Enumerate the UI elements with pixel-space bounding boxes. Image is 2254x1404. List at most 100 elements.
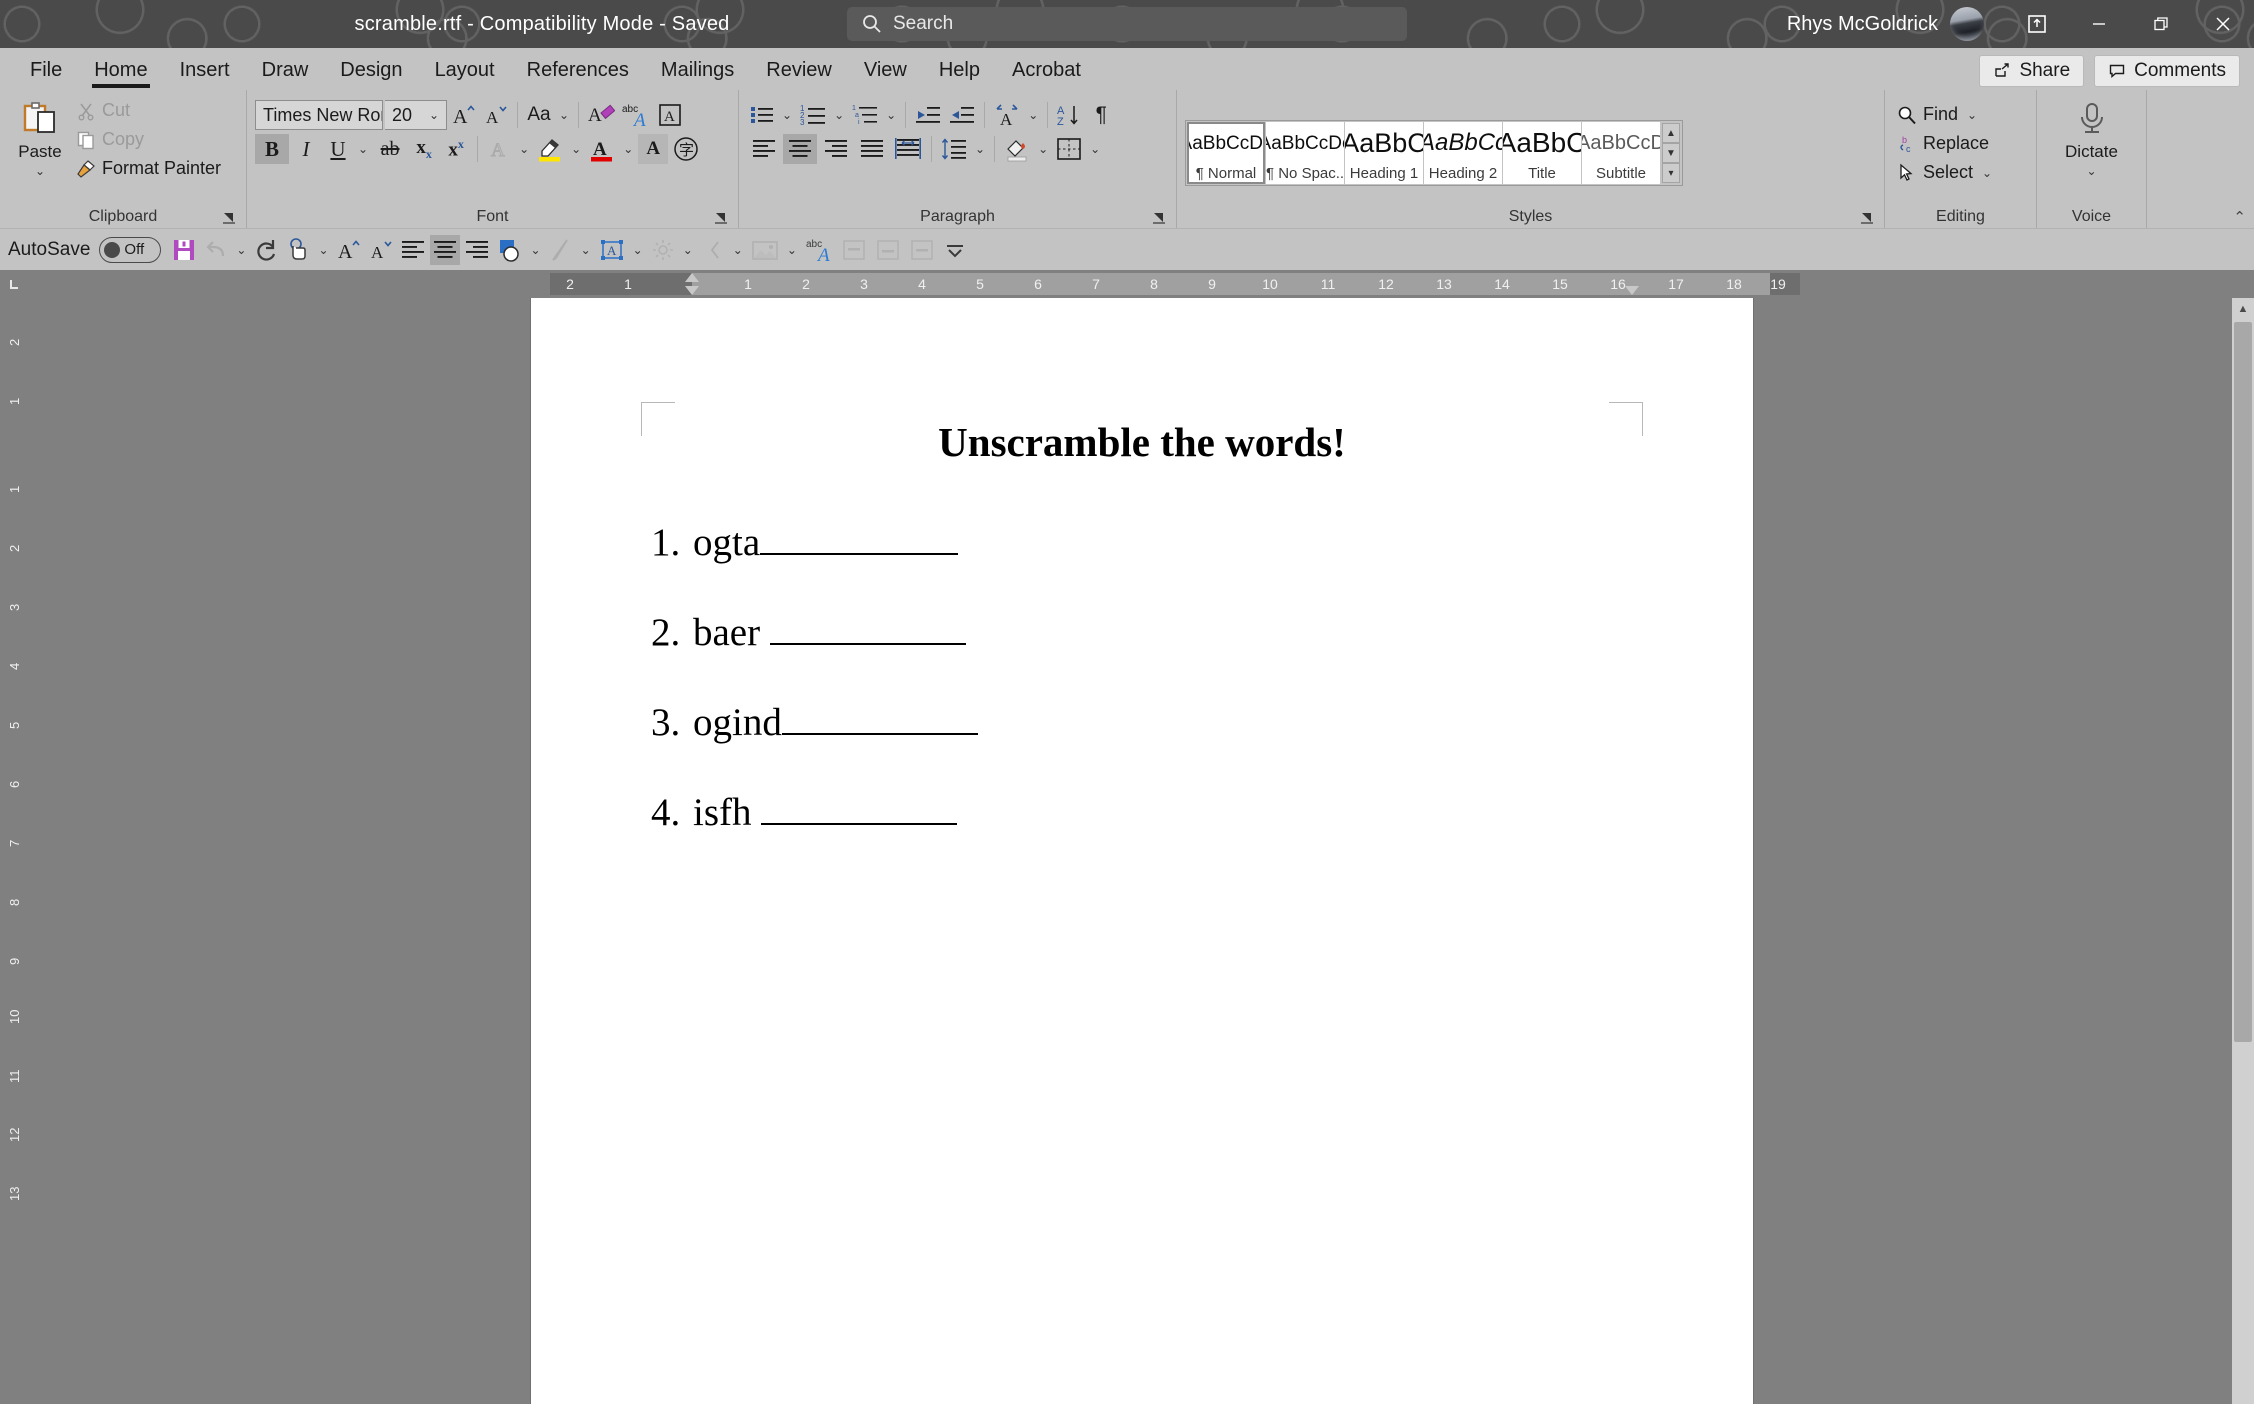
- multilevel-list-button[interactable]: 1 a i: [849, 100, 881, 130]
- chevron-down-icon[interactable]: ⌄: [556, 108, 572, 122]
- cut-button[interactable]: Cut: [72, 98, 225, 123]
- qat-align-left-button[interactable]: [398, 235, 428, 265]
- justify-button[interactable]: [855, 134, 889, 164]
- style-item-normal[interactable]: AaBbCcDc ¶ Normal: [1187, 122, 1265, 184]
- tab-insert[interactable]: Insert: [164, 50, 246, 90]
- tab-design[interactable]: Design: [324, 50, 418, 90]
- chevron-down-icon[interactable]: ⌄: [2083, 164, 2099, 178]
- tab-view[interactable]: View: [848, 50, 923, 90]
- qat-text-effects-button[interactable]: abc A: [802, 235, 836, 265]
- chevron-down-icon[interactable]: ⌄: [784, 243, 800, 257]
- character-border-button[interactable]: A: [655, 100, 685, 130]
- asian-layout-button[interactable]: A: [991, 100, 1023, 130]
- list-item[interactable]: 2. baer: [651, 604, 1753, 655]
- font-size-combo[interactable]: 20 ⌄: [385, 100, 447, 130]
- list-item[interactable]: 1. ogta: [651, 514, 1753, 565]
- borders-button[interactable]: [1053, 134, 1085, 164]
- scrollbar-thumb[interactable]: [2234, 322, 2252, 1042]
- right-indent-marker[interactable]: [1625, 286, 1639, 295]
- qat-center-button[interactable]: [430, 235, 460, 265]
- chevron-down-icon[interactable]: ⌄: [1979, 166, 1995, 180]
- decrease-indent-button[interactable]: [912, 100, 944, 130]
- vertical-ruler[interactable]: 2 1 1 2 3 4 5 6 7 8 9 10 11 12 13: [0, 298, 30, 1404]
- text-effects-button[interactable]: abc A: [619, 100, 653, 130]
- chevron-down-icon[interactable]: ⌄: [630, 243, 646, 257]
- styles-more-button[interactable]: ▾: [1662, 163, 1680, 183]
- phonetic-guide-button[interactable]: 字: [670, 134, 702, 164]
- tab-references[interactable]: References: [511, 50, 645, 90]
- font-dialog-launcher-icon[interactable]: [714, 211, 728, 225]
- chevron-down-icon[interactable]: ⌄: [730, 243, 746, 257]
- answer-blank[interactable]: [760, 514, 958, 555]
- distributed-button[interactable]: [891, 134, 925, 164]
- align-right-button[interactable]: [819, 134, 853, 164]
- chevron-down-icon[interactable]: ⌄: [680, 243, 696, 257]
- chevron-down-icon[interactable]: ⌄: [426, 108, 442, 122]
- qat-align-right-button[interactable]: [462, 235, 492, 265]
- vertical-scrollbar[interactable]: ▲ ▼: [2232, 298, 2254, 1404]
- dictate-button[interactable]: Dictate ⌄: [2050, 96, 2134, 178]
- document-area[interactable]: Unscramble the words! 1. ogta 2. baer 3.…: [30, 298, 2254, 1404]
- list-item[interactable]: 4. isfh: [651, 784, 1753, 835]
- clipboard-dialog-launcher-icon[interactable]: [222, 211, 236, 225]
- ribbon-display-options-button[interactable]: [2006, 0, 2068, 48]
- qat-shapes-button[interactable]: [494, 235, 526, 265]
- tab-acrobat[interactable]: Acrobat: [996, 50, 1097, 90]
- autosave-control[interactable]: AutoSave Off: [8, 237, 161, 263]
- qat-text-box-button[interactable]: A: [596, 235, 628, 265]
- comments-button[interactable]: Comments: [2094, 55, 2240, 87]
- collapse-ribbon-button[interactable]: ⌃: [2233, 208, 2246, 226]
- qat-position-1-button[interactable]: [838, 235, 870, 265]
- save-button[interactable]: [169, 235, 199, 265]
- chevron-down-icon[interactable]: ⌄: [1087, 142, 1103, 156]
- chevron-down-icon[interactable]: ⌄: [972, 142, 988, 156]
- chevron-down-icon[interactable]: ⌄: [1025, 108, 1041, 122]
- paste-button[interactable]: Paste ⌄: [8, 96, 72, 178]
- chevron-down-icon[interactable]: ⌄: [620, 142, 636, 156]
- chevron-down-icon[interactable]: ⌄: [32, 164, 48, 178]
- document-heading[interactable]: Unscramble the words!: [531, 418, 1753, 466]
- qat-grow-font-button[interactable]: A: [334, 235, 364, 265]
- style-item-heading-1[interactable]: AaBbC Heading 1: [1345, 122, 1423, 184]
- qat-position-2-button[interactable]: [872, 235, 904, 265]
- undo-button[interactable]: [201, 235, 231, 265]
- character-shading-button[interactable]: A: [638, 134, 668, 164]
- tab-stop-selector[interactable]: [0, 270, 30, 298]
- chevron-down-icon[interactable]: ⌄: [1035, 142, 1051, 156]
- style-item-subtitle[interactable]: AaBbCcD Subtitle: [1582, 122, 1660, 184]
- horizontal-ruler[interactable]: 2 1 1 2 3 4 5 6 7 8 9 10 11 12 13 14 15 …: [0, 270, 2254, 298]
- qat-draw-button[interactable]: [546, 235, 576, 265]
- bullets-button[interactable]: [747, 100, 777, 130]
- clear-formatting-button[interactable]: A: [585, 100, 617, 130]
- qat-customize-button[interactable]: [940, 235, 970, 265]
- styles-scroll-up-button[interactable]: ▲: [1662, 123, 1680, 143]
- styles-scroll-down-button[interactable]: ▼: [1662, 143, 1680, 163]
- change-case-button[interactable]: Aa: [524, 100, 554, 130]
- first-line-indent-marker[interactable]: [685, 273, 699, 282]
- chevron-down-icon[interactable]: ⌄: [831, 108, 847, 122]
- answer-blank[interactable]: [761, 784, 957, 825]
- replace-button[interactable]: b c Replace: [1893, 131, 1999, 156]
- align-center-button[interactable]: [783, 134, 817, 164]
- numbering-button[interactable]: 1 2 3: [797, 100, 829, 130]
- tab-help[interactable]: Help: [923, 50, 996, 90]
- format-painter-button[interactable]: Format Painter: [72, 156, 225, 181]
- restore-button[interactable]: [2130, 0, 2192, 48]
- chevron-down-icon[interactable]: ⌄: [883, 108, 899, 122]
- avatar[interactable]: [1950, 7, 1984, 41]
- chevron-down-icon[interactable]: ⌄: [578, 243, 594, 257]
- tab-file[interactable]: File: [14, 50, 78, 90]
- tab-home[interactable]: Home: [78, 50, 163, 90]
- bold-button[interactable]: B: [255, 134, 289, 164]
- chevron-down-icon[interactable]: ⌄: [1964, 108, 1980, 122]
- strikethrough-button[interactable]: ab: [373, 134, 407, 164]
- italic-button[interactable]: I: [291, 134, 321, 164]
- find-button[interactable]: Find ⌄: [1893, 102, 1999, 127]
- grow-font-button[interactable]: A: [449, 100, 479, 130]
- qat-shrink-font-button[interactable]: A: [366, 235, 396, 265]
- chevron-down-icon[interactable]: ⌄: [233, 243, 249, 257]
- close-button[interactable]: [2192, 0, 2254, 48]
- qat-wrap-text-button[interactable]: [698, 235, 728, 265]
- list-item[interactable]: 3. ogind: [651, 694, 1753, 745]
- hanging-indent-marker[interactable]: [685, 286, 699, 295]
